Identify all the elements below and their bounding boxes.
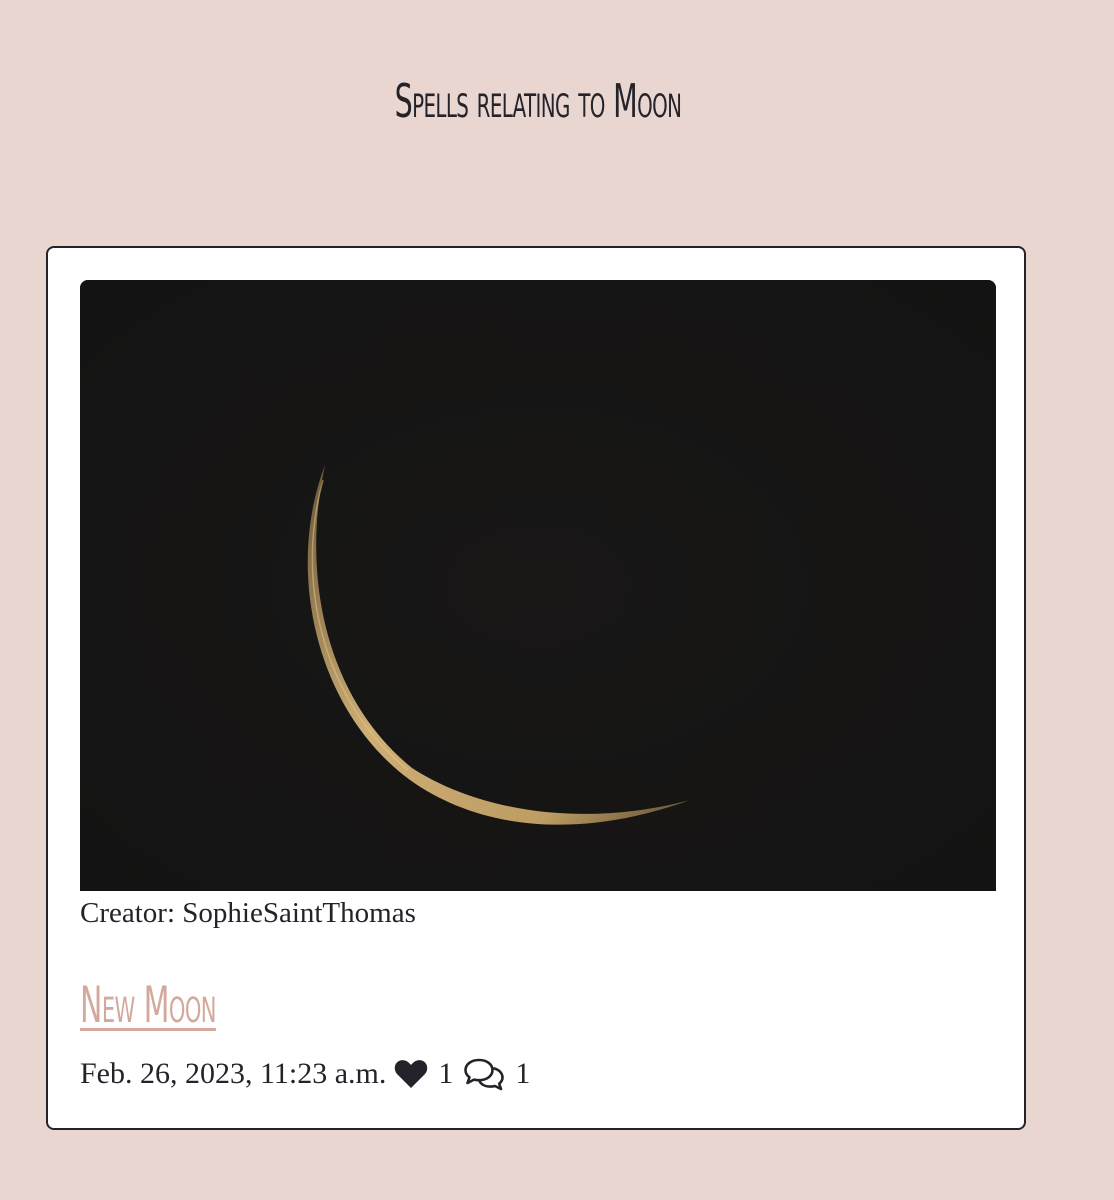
creator-label: Creator: SophieSaintThomas: [80, 897, 416, 929]
heart-icon[interactable]: [394, 1059, 428, 1089]
moon-photo: [80, 280, 996, 891]
likes-count: 1: [438, 1057, 454, 1090]
spell-title-link[interactable]: New Moon: [80, 976, 216, 1034]
comments-icon[interactable]: [463, 1057, 505, 1091]
page-title: Spells relating to Moon: [394, 74, 682, 128]
post-date: Feb. 26, 2023, 11:23 a.m.: [80, 1057, 387, 1090]
spell-card: Creator: SophieSaintThomas New Moon Feb.…: [46, 246, 1026, 1130]
spell-image[interactable]: [80, 280, 996, 891]
spell-title: New Moon: [80, 976, 216, 1034]
spell-meta: Feb. 26, 2023, 11:23 a.m. 1 1: [80, 1054, 540, 1094]
comments-count: 1: [515, 1057, 531, 1090]
